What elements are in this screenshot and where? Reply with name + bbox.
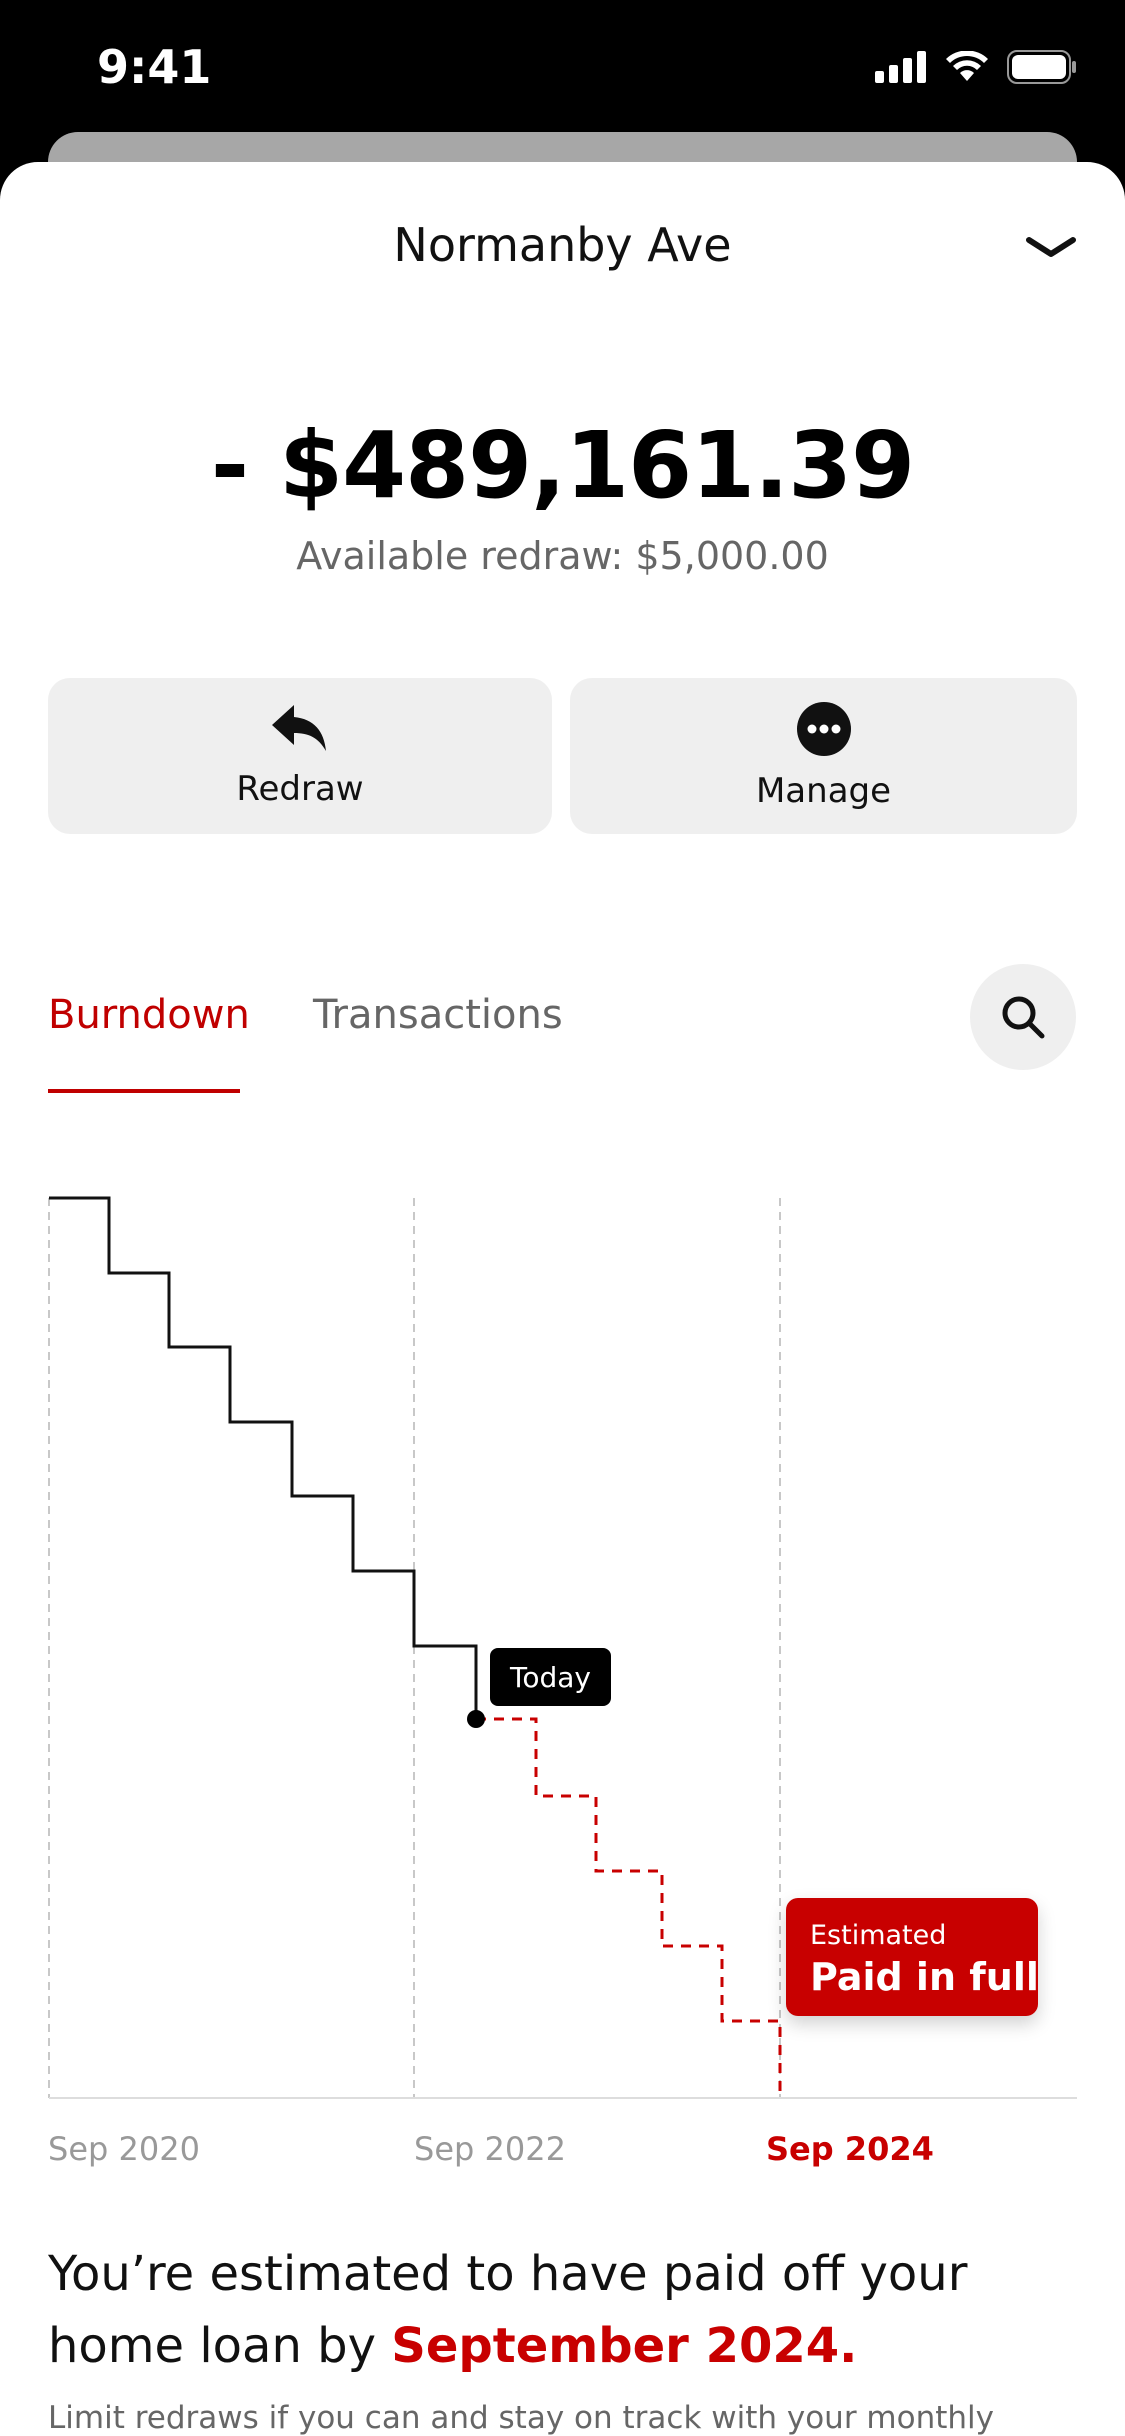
redraw-arrow-icon (272, 705, 326, 751)
summary-highlight-date: September 2024. (391, 2318, 858, 2374)
payoff-summary: You’re estimated to have paid off your h… (48, 2238, 1088, 2382)
chevron-down-icon[interactable] (1021, 228, 1081, 268)
battery-icon (1007, 50, 1076, 84)
today-label: Today (490, 1648, 611, 1706)
status-bar: 9:41 (0, 0, 1125, 140)
burndown-chart (48, 1196, 1077, 2099)
x-tick-label: Sep 2020 (48, 2130, 200, 2168)
x-tick-label: Sep 2022 (414, 2130, 566, 2168)
paid-in-full-annotation: Estimated Paid in full (786, 1898, 1039, 2016)
page-title: Normanby Ave (393, 218, 732, 272)
cellular-signal-icon (875, 51, 926, 83)
available-redraw: Available redraw: $5,000.00 (296, 534, 829, 578)
more-dots-icon (796, 702, 851, 756)
manage-button[interactable]: Manage (570, 678, 1077, 834)
status-time: 9:41 (97, 40, 212, 94)
series-projected (476, 1717, 782, 2098)
redraw-button[interactable]: Redraw (48, 678, 552, 834)
estimated-label: Estimated (810, 1920, 947, 1951)
summary-footnote: Limit redraws if you can and stay on tra… (48, 2400, 994, 2436)
wifi-icon (946, 51, 988, 81)
series-actual (49, 1196, 478, 1719)
paid-in-full-label: Paid in full (810, 1955, 1039, 1999)
loan-balance: - $489,161.39 (210, 412, 915, 519)
redraw-label: Redraw (236, 769, 364, 809)
manage-label: Manage (755, 771, 892, 811)
status-icons (875, 50, 1077, 84)
x-tick-label-highlighted: Sep 2024 (766, 2130, 934, 2168)
today-point (467, 1710, 485, 1728)
